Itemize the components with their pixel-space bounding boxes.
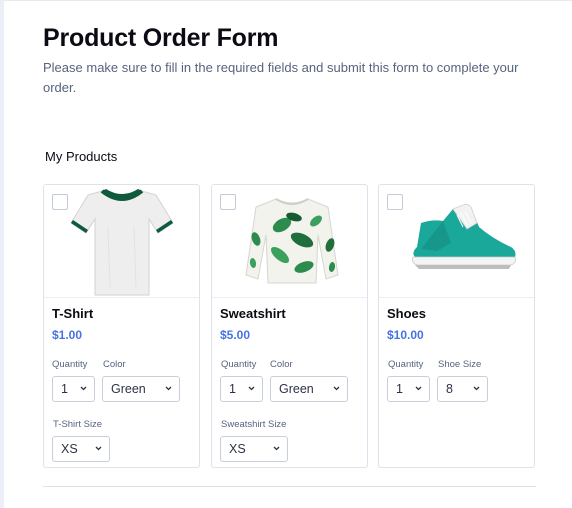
chevron-down-icon — [95, 446, 102, 451]
quantity-value: 1 — [229, 382, 236, 396]
product-name: Shoes — [387, 306, 427, 321]
product-card-tshirt: T-Shirt $1.00 Quantity 1 Color Green T-S… — [43, 184, 200, 468]
chevron-down-icon — [415, 386, 422, 391]
color-select[interactable]: Green — [270, 376, 348, 402]
sweatshirt-icon — [245, 198, 339, 284]
size-label: T-Shirt Size — [53, 419, 103, 430]
chevron-down-icon — [273, 446, 280, 451]
top-divider — [0, 0, 572, 1]
chevron-down-icon — [165, 386, 172, 391]
size-select[interactable]: XS — [52, 436, 110, 462]
size-value: XS — [61, 442, 78, 456]
product-image-area — [379, 185, 534, 298]
sneaker-icon — [412, 203, 516, 269]
chevron-down-icon — [80, 386, 87, 391]
product-price: $1.00 — [52, 328, 83, 342]
left-rail — [0, 0, 4, 508]
size-select[interactable]: XS — [220, 436, 288, 462]
product-price: $10.00 — [387, 328, 424, 342]
color-value: Green — [279, 382, 314, 396]
product-card-shoes: Shoes $10.00 Quantity 1 Shoe Size 8 — [378, 184, 535, 468]
size-value: XS — [229, 442, 246, 456]
color-label: Color — [103, 359, 126, 370]
form-title: Product Order Form — [43, 24, 279, 52]
shoe-size-label: Shoe Size — [438, 359, 482, 370]
color-select[interactable]: Green — [102, 376, 180, 402]
color-label: Color — [270, 359, 293, 370]
my-products-label: My Products — [45, 149, 118, 164]
section-divider — [43, 486, 536, 487]
product-name: T-Shirt — [52, 306, 94, 321]
chevron-down-icon — [248, 386, 255, 391]
chevron-down-icon — [333, 386, 340, 391]
quantity-select[interactable]: 1 — [220, 376, 263, 402]
quantity-value: 1 — [61, 382, 68, 396]
product-price: $5.00 — [220, 328, 251, 342]
product-checkbox-sweatshirt[interactable] — [220, 194, 236, 210]
quantity-label: Quantity — [52, 359, 88, 370]
quantity-select[interactable]: 1 — [387, 376, 430, 402]
quantity-value: 1 — [396, 382, 403, 396]
size-label: Sweatshirt Size — [221, 419, 287, 430]
shoe-size-value: 8 — [446, 382, 453, 396]
quantity-label: Quantity — [221, 359, 257, 370]
product-card-sweatshirt: Sweatshirt $5.00 Quantity 1 Color Green … — [211, 184, 368, 468]
product-name: Sweatshirt — [220, 306, 286, 321]
chevron-down-icon — [473, 386, 480, 391]
product-checkbox-shoes[interactable] — [387, 194, 403, 210]
product-image-area — [44, 185, 199, 298]
quantity-label: Quantity — [388, 359, 424, 370]
form-subtitle: Please make sure to fill in the required… — [43, 60, 519, 95]
tshirt-icon — [70, 189, 174, 296]
product-image-area — [212, 185, 367, 298]
product-checkbox-tshirt[interactable] — [52, 194, 68, 210]
color-value: Green — [111, 382, 146, 396]
shoe-size-select[interactable]: 8 — [437, 376, 488, 402]
quantity-select[interactable]: 1 — [52, 376, 95, 402]
